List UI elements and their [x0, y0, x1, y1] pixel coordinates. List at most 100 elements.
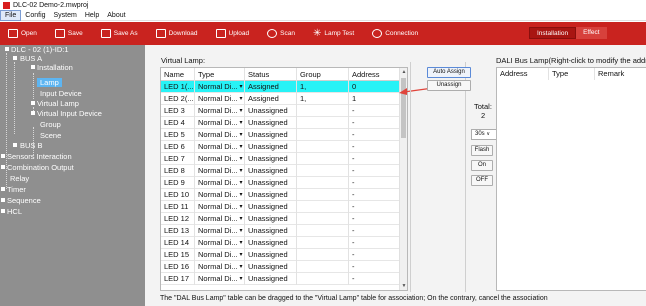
- table-row[interactable]: LED 17 Normal Di... Unassigned - ▾: [161, 273, 401, 285]
- tree-node-group[interactable]: Group: [40, 120, 61, 129]
- type-dropdown-icon[interactable]: ▾: [237, 201, 245, 213]
- table-row[interactable]: LED 14 Normal Di... Unassigned - ▾: [161, 237, 401, 249]
- expand-toggle-icon[interactable]: [1, 154, 5, 158]
- menu-about[interactable]: About: [103, 11, 129, 20]
- tree-node-lamp[interactable]: Lamp: [37, 78, 62, 87]
- tree-node-relay[interactable]: Relay: [10, 174, 29, 183]
- type-dropdown-icon[interactable]: ▾: [237, 237, 245, 249]
- column-header-remark[interactable]: Remark: [595, 68, 646, 80]
- type-dropdown-icon[interactable]: ▾: [237, 105, 245, 117]
- tree-node-installation[interactable]: Installation: [37, 63, 73, 72]
- scroll-down-icon[interactable]: ▼: [400, 282, 407, 290]
- table-cell: Unassigned: [245, 105, 297, 117]
- tree-node-hcl[interactable]: HCL: [7, 207, 22, 216]
- type-dropdown-icon[interactable]: ▾: [237, 153, 245, 165]
- expand-toggle-icon[interactable]: [1, 187, 5, 191]
- table-row[interactable]: LED 2(... Normal Di... Assigned 1, 1 ▾: [161, 93, 401, 105]
- expand-toggle-icon[interactable]: [1, 209, 5, 213]
- table-row[interactable]: LED 6 Normal Di... Unassigned - ▾: [161, 141, 401, 153]
- expand-toggle-icon[interactable]: [13, 143, 17, 147]
- unassign-button[interactable]: Unassign: [427, 80, 471, 91]
- chevron-down-icon: ∨: [486, 131, 491, 137]
- scroll-up-icon[interactable]: ▲: [400, 68, 407, 76]
- table-row[interactable]: LED 8 Normal Di... Unassigned - ▾: [161, 165, 401, 177]
- column-header-group[interactable]: Group: [297, 68, 349, 81]
- type-dropdown-icon[interactable]: ▾: [237, 165, 245, 177]
- expand-toggle-icon[interactable]: [1, 165, 5, 169]
- tree-node-sensors-interaction[interactable]: Sensors Interaction: [7, 152, 72, 161]
- open-button[interactable]: Open: [8, 29, 37, 38]
- expand-toggle-icon[interactable]: [5, 47, 9, 51]
- table-row[interactable]: LED 15 Normal Di... Unassigned - ▾: [161, 249, 401, 261]
- table-row[interactable]: LED 16 Normal Di... Unassigned - ▾: [161, 261, 401, 273]
- type-dropdown-icon[interactable]: ▾: [237, 129, 245, 141]
- connection-button[interactable]: Connection: [372, 29, 418, 38]
- scan-icon: [267, 29, 278, 38]
- expand-toggle-icon[interactable]: [31, 65, 35, 69]
- expand-toggle-icon[interactable]: [31, 101, 35, 105]
- tree-node-sequence[interactable]: Sequence: [7, 196, 41, 205]
- menu-file[interactable]: File: [0, 10, 22, 21]
- type-dropdown-icon[interactable]: ▾: [237, 273, 245, 285]
- dali-bus-table[interactable]: Address Type Remark: [496, 67, 646, 291]
- menu-config[interactable]: Config: [21, 11, 49, 20]
- effect-mode-button[interactable]: Effect: [576, 27, 607, 39]
- tree-node-input-device[interactable]: Input Device: [40, 89, 82, 98]
- table-row[interactable]: LED 9 Normal Di... Unassigned - ▾: [161, 177, 401, 189]
- table-cell: Unassigned: [245, 117, 297, 129]
- table-row[interactable]: LED 10 Normal Di... Unassigned - ▾: [161, 189, 401, 201]
- type-dropdown-icon[interactable]: ▾: [237, 117, 245, 129]
- type-dropdown-icon[interactable]: ▾: [237, 81, 245, 93]
- expand-toggle-icon[interactable]: [31, 111, 35, 115]
- column-header-address[interactable]: Address: [349, 68, 401, 81]
- auto-assign-button[interactable]: Auto Assign: [427, 67, 471, 78]
- lamp-test-button[interactable]: ✳ Lamp Test: [313, 29, 354, 39]
- menu-system[interactable]: System: [50, 11, 81, 20]
- save-as-button[interactable]: Save As: [100, 29, 138, 38]
- download-label: Download: [168, 30, 198, 37]
- expand-toggle-icon[interactable]: [1, 198, 5, 202]
- type-dropdown-icon[interactable]: ▾: [237, 93, 245, 105]
- tree-node-device[interactable]: DLC - 02 (1)-ID:1: [11, 45, 69, 54]
- table-row[interactable]: LED 3 Normal Di... Unassigned - ▾: [161, 105, 401, 117]
- tree-node-virtual-input-device[interactable]: Virtual Input Device: [37, 109, 102, 118]
- table-row[interactable]: LED 13 Normal Di... Unassigned - ▾: [161, 225, 401, 237]
- off-button[interactable]: OFF: [471, 175, 493, 186]
- tree-node-scene[interactable]: Scene: [40, 131, 61, 140]
- column-header-name[interactable]: Name: [161, 68, 195, 81]
- expand-toggle-icon[interactable]: [13, 56, 17, 60]
- table-row[interactable]: LED 7 Normal Di... Unassigned - ▾: [161, 153, 401, 165]
- type-dropdown-icon[interactable]: ▾: [237, 189, 245, 201]
- vertical-scrollbar[interactable]: ▲ ▼: [399, 68, 407, 290]
- type-dropdown-icon[interactable]: ▾: [237, 261, 245, 273]
- tree-node-timer[interactable]: Timer: [7, 185, 26, 194]
- column-header-type[interactable]: Type: [549, 68, 595, 80]
- table-row[interactable]: LED 11 Normal Di... Unassigned - ▾: [161, 201, 401, 213]
- virtual-lamp-table[interactable]: Name Type Status Group Address LED 1(...…: [160, 67, 408, 291]
- save-button[interactable]: Save: [54, 29, 83, 38]
- column-header-status[interactable]: Status: [245, 68, 297, 81]
- type-dropdown-icon[interactable]: ▾: [237, 177, 245, 189]
- tree-node-bus-b[interactable]: BUS B: [20, 141, 43, 150]
- on-button[interactable]: On: [471, 160, 493, 171]
- menu-help[interactable]: Help: [81, 11, 103, 20]
- flash-button[interactable]: Flash: [471, 145, 493, 156]
- table-row[interactable]: LED 5 Normal Di... Unassigned - ▾: [161, 129, 401, 141]
- type-dropdown-icon[interactable]: ▾: [237, 225, 245, 237]
- type-dropdown-icon[interactable]: ▾: [237, 249, 245, 261]
- type-dropdown-icon[interactable]: ▾: [237, 213, 245, 225]
- tree-node-virtual-lamp[interactable]: Virtual Lamp: [37, 99, 79, 108]
- table-row[interactable]: LED 12 Normal Di... Unassigned - ▾: [161, 213, 401, 225]
- table-row[interactable]: LED 1(... Normal Di... Assigned 1, 0 ▾: [161, 81, 401, 93]
- column-header-address[interactable]: Address: [497, 68, 549, 80]
- download-button[interactable]: Download: [155, 29, 198, 38]
- installation-mode-button[interactable]: Installation: [529, 27, 577, 39]
- table-cell: -: [349, 177, 401, 189]
- upload-button[interactable]: Upload: [215, 29, 249, 38]
- table-row[interactable]: LED 4 Normal Di... Unassigned - ▾: [161, 117, 401, 129]
- scan-button[interactable]: Scan: [267, 29, 295, 38]
- type-dropdown-icon[interactable]: ▾: [237, 141, 245, 153]
- tree-node-combination-output[interactable]: Combination Output: [7, 163, 74, 172]
- column-header-type[interactable]: Type: [195, 68, 245, 81]
- tree-node-bus-a[interactable]: BUS A: [20, 54, 42, 63]
